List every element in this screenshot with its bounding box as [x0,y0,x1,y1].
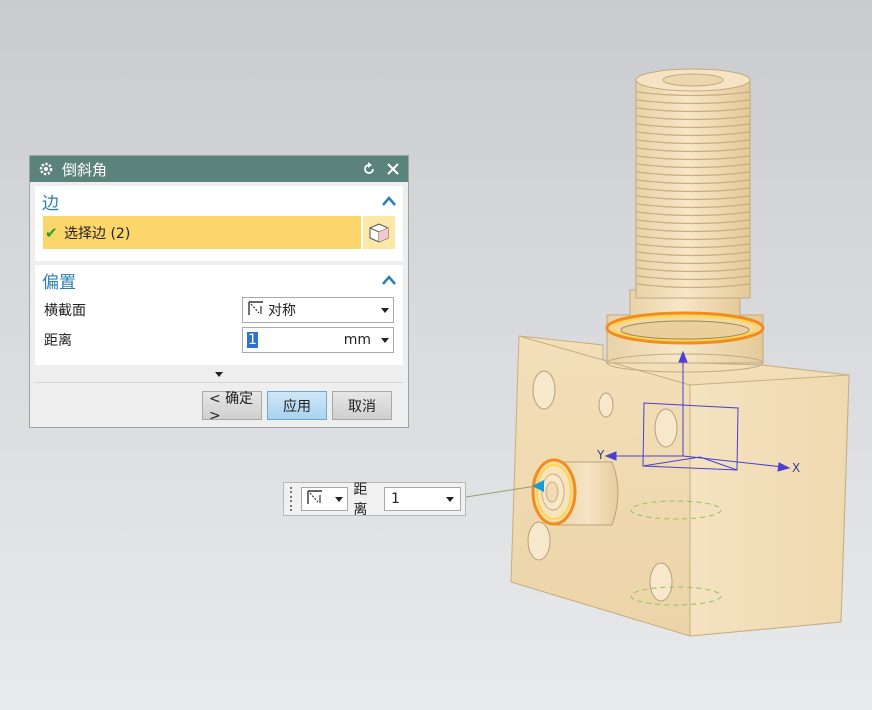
edge-group-title: 边 [42,193,59,214]
reset-icon[interactable] [360,160,378,178]
collapse-chevron-icon[interactable] [381,274,397,286]
dialog-titlebar[interactable]: 倒斜角 [30,156,408,182]
dialog-title: 倒斜角 [62,160,108,179]
select-edge-row[interactable]: ✔ 选择边 (2) [43,216,395,249]
axis-x-label: X [792,461,800,475]
expand-more-icon[interactable] [35,367,403,383]
chevron-down-icon[interactable] [446,496,455,502]
offset-group-header[interactable]: 偏置 [35,265,403,295]
distance-field[interactable]: 1 mm [242,327,394,353]
cross-section-value: 对称 [268,303,296,319]
float-distance-field[interactable]: 1 [383,487,462,511]
axis-y-label: Y [596,448,605,462]
chevron-down-icon [335,496,344,502]
cross-section-label: 横截面 [44,303,86,319]
edge-group: 边 ✔ 选择边 (2) [35,186,403,261]
cross-section-dropdown[interactable]: 对称 [242,297,394,323]
select-edge-label: 选择边 (2) [64,225,131,242]
distance-input[interactable]: 1 [247,332,258,348]
settings-gear-icon[interactable] [38,161,54,177]
onscreen-input-bar: 距离 1 [283,482,466,518]
float-distance-label: 距离 [353,482,368,518]
cross-section-row: 横截面 对称 [35,295,403,325]
apply-button[interactable]: 应用 [267,391,327,420]
distance-row: 距离 1 mm [35,325,403,355]
cross-section-icon [306,488,324,510]
distance-unit[interactable]: mm [344,332,371,348]
side-boss[interactable] [531,458,619,526]
offset-group: 偏置 横截面 对称 距离 1 mm [35,265,403,365]
grip-handle-icon[interactable] [288,487,296,511]
chevron-down-icon[interactable] [381,337,389,343]
edge-group-header[interactable]: 边 [35,186,403,216]
distance-label: 距离 [44,333,72,349]
cross-section-mini-dropdown[interactable] [300,487,349,511]
collapse-chevron-icon[interactable] [381,195,397,207]
threaded-stud[interactable] [605,68,765,373]
cube-select-icon[interactable] [361,216,395,249]
float-distance-input[interactable]: 1 [391,491,400,507]
close-icon[interactable] [384,160,402,178]
check-icon: ✔ [45,223,58,242]
ok-button[interactable]: < 确定 > [202,391,262,424]
dialog-buttons: < 确定 > 应用 取消 [30,383,408,424]
offset-group-title: 偏置 [42,272,76,293]
cross-section-icon [247,299,265,321]
chevron-down-icon [381,307,389,313]
chamfer-dialog: 倒斜角 边 ✔ 选择边 (2) 偏置 横截面 对称 距离 1 mm < 确定 >… [29,155,409,428]
cancel-button[interactable]: 取消 [332,391,392,420]
